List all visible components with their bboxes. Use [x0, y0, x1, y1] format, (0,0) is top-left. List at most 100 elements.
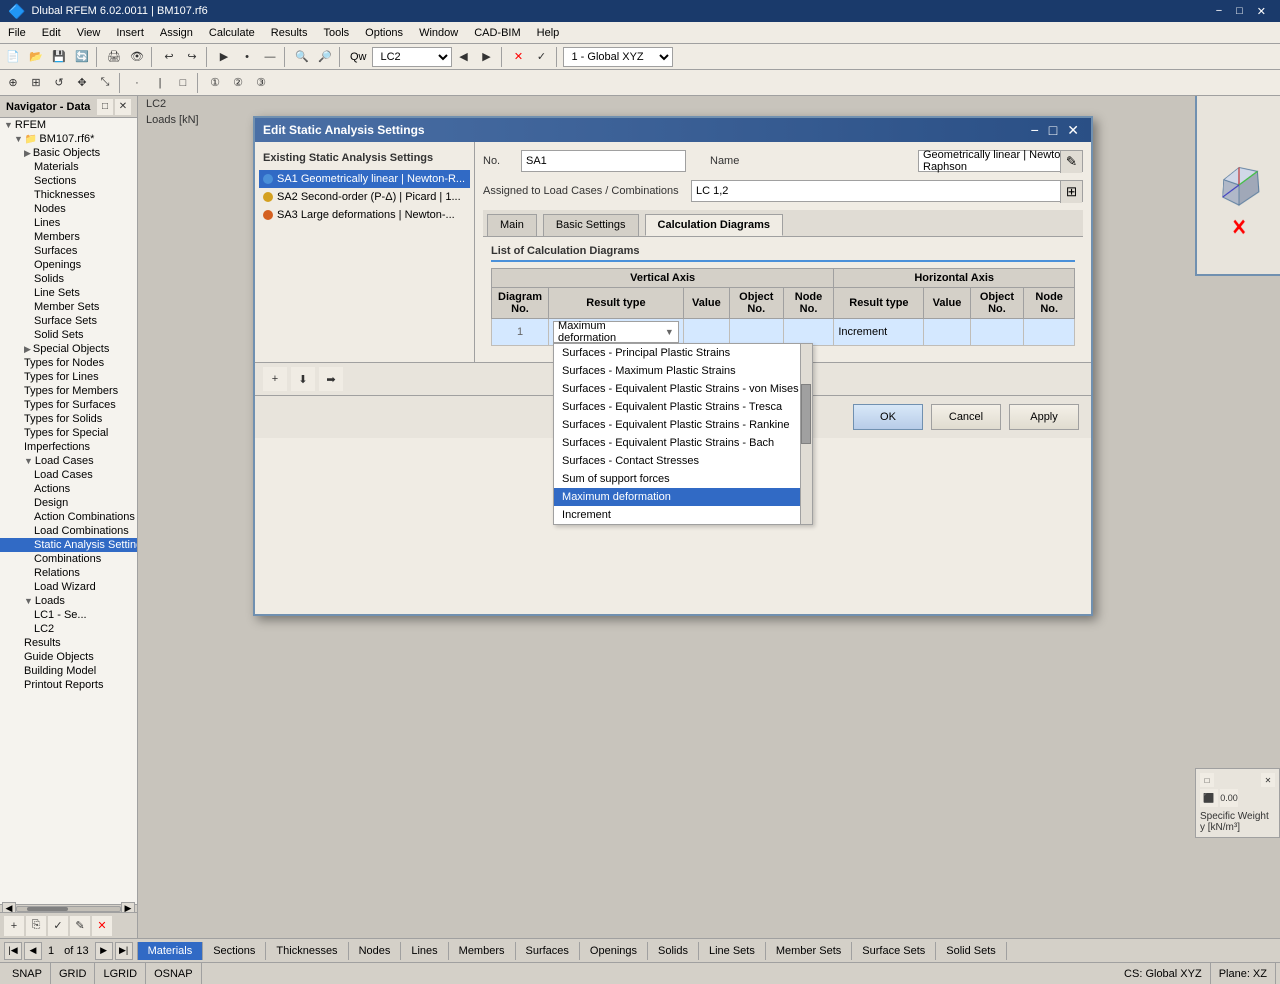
rp-btn2[interactable]: 0.00	[1220, 789, 1238, 807]
tb-zoom-in[interactable]: 🔍	[291, 46, 313, 68]
assigned-field[interactable]: LC 1,2 ⊞	[691, 180, 1083, 202]
nav-combinations[interactable]: Combinations	[0, 552, 137, 566]
nav-types-nodes[interactable]: Types for Nodes	[0, 356, 137, 370]
nav-load-combinations[interactable]: Load Combinations	[0, 524, 137, 538]
nav-scrollbar-track[interactable]	[16, 906, 121, 912]
nav-lc2[interactable]: LC2	[0, 622, 137, 636]
nav-surfaces[interactable]: Surfaces	[0, 244, 137, 258]
dropdown-item-3[interactable]: Surfaces - Equivalent Plastic Strains - …	[554, 398, 812, 416]
nav-load-cases[interactable]: Load Cases	[0, 468, 137, 482]
nav-close-btn[interactable]: ✕	[115, 99, 131, 115]
nav-copy-btn[interactable]: ⎘	[26, 916, 46, 936]
tb-save[interactable]: 💾	[48, 46, 70, 68]
cell-h-result[interactable]: Increment	[834, 319, 924, 346]
analysis-item-sa1[interactable]: SA1 Geometrically linear | Newton-R...	[259, 170, 470, 188]
tab-main[interactable]: Main	[487, 214, 537, 236]
menu-cadbim[interactable]: CAD-BIM	[466, 22, 528, 44]
name-edit-btn[interactable]: ✎	[1060, 151, 1082, 173]
tb-run[interactable]: ✕	[508, 46, 530, 68]
tab-surfacesets[interactable]: Surface Sets	[852, 942, 936, 960]
tb-print[interactable]: 🖨	[103, 46, 125, 68]
table-row[interactable]: 1 Maximum deformation ▼	[492, 319, 1075, 346]
dialog-nav-add[interactable]: +	[263, 367, 287, 391]
tb2-move[interactable]: ✥	[71, 72, 93, 94]
page-first[interactable]: |◀	[4, 942, 22, 960]
tb-select[interactable]: ▶	[213, 46, 235, 68]
tb-redo[interactable]: ↪	[181, 46, 203, 68]
nav-results[interactable]: Results	[0, 636, 137, 650]
nav-action-combinations[interactable]: Action Combinations	[0, 510, 137, 524]
dropdown-item-1[interactable]: Surfaces - Maximum Plastic Strains	[554, 362, 812, 380]
menu-assign[interactable]: Assign	[152, 22, 201, 44]
restore-btn[interactable]: □	[1230, 0, 1249, 22]
dropdown-item-0[interactable]: Surfaces - Principal Plastic Strains	[554, 344, 812, 362]
apply-button[interactable]: Apply	[1009, 404, 1079, 430]
tb2-rect[interactable]: □	[172, 72, 194, 94]
nav-types-lines[interactable]: Types for Lines	[0, 370, 137, 384]
dropdown-item-2[interactable]: Surfaces - Equivalent Plastic Strains - …	[554, 380, 812, 398]
cell-v-result[interactable]: Maximum deformation ▼ Surfaces - Princip…	[549, 319, 684, 346]
dialog-minimize-btn[interactable]: −	[1027, 122, 1043, 139]
tb2-1[interactable]: ①	[204, 72, 226, 94]
nav-scrollbar-thumb[interactable]	[27, 907, 68, 911]
menu-window[interactable]: Window	[411, 22, 466, 44]
close-btn[interactable]: ✕	[1251, 0, 1272, 22]
tb-next-lc[interactable]: ▶	[476, 46, 498, 68]
status-snap[interactable]: SNAP	[4, 963, 51, 984]
nav-restore-btn[interactable]: □	[97, 99, 113, 115]
nav-imperfections[interactable]: Imperfections	[0, 440, 137, 454]
menu-calculate[interactable]: Calculate	[201, 22, 263, 44]
page-next[interactable]: ▶	[95, 942, 113, 960]
tab-members[interactable]: Members	[449, 942, 516, 960]
nav-static-analysis[interactable]: Static Analysis Settings	[0, 538, 137, 552]
nav-thicknesses[interactable]: Thicknesses	[0, 188, 137, 202]
nav-basic-objects[interactable]: ▶ Basic Objects	[0, 146, 137, 160]
status-osnap[interactable]: OSNAP	[146, 963, 202, 984]
tb-preview[interactable]: 👁	[126, 46, 148, 68]
nav-building-model[interactable]: Building Model	[0, 664, 137, 678]
nav-design[interactable]: Design	[0, 496, 137, 510]
tab-surfaces[interactable]: Surfaces	[516, 942, 580, 960]
dropdown-scrollbar-thumb[interactable]	[801, 384, 811, 444]
assigned-edit-btn[interactable]: ⊞	[1060, 181, 1082, 203]
tb-prev-lc[interactable]: ◀	[453, 46, 475, 68]
tb-open[interactable]: 📂	[25, 46, 47, 68]
analysis-item-sa2[interactable]: SA2 Second-order (P-Δ) | Picard | 1...	[259, 188, 470, 206]
right-panel-restore[interactable]: □	[1200, 773, 1214, 787]
cell-h-value[interactable]	[924, 319, 970, 346]
tb2-3[interactable]: ③	[250, 72, 272, 94]
menu-options[interactable]: Options	[357, 22, 411, 44]
status-grid[interactable]: GRID	[51, 963, 96, 984]
analysis-item-sa3[interactable]: SA3 Large deformations | Newton-...	[259, 206, 470, 224]
tab-calculation-diagrams[interactable]: Calculation Diagrams	[645, 214, 783, 236]
menu-results[interactable]: Results	[263, 22, 316, 44]
nav-guide-objects[interactable]: Guide Objects	[0, 650, 137, 664]
page-prev[interactable]: ◀	[24, 942, 42, 960]
dropdown-item-6[interactable]: Surfaces - Contact Stresses	[554, 452, 812, 470]
dialog-nav-import[interactable]: ⬇	[291, 367, 315, 391]
nav-special[interactable]: ▶ Special Objects	[0, 342, 137, 356]
cell-v-node[interactable]	[783, 319, 834, 346]
nav-solids[interactable]: Solids	[0, 272, 137, 286]
tb2-line2[interactable]: |	[149, 72, 171, 94]
dropdown-list[interactable]: Surfaces - Principal Plastic Strains Sur…	[553, 343, 813, 525]
cell-h-node[interactable]	[1024, 319, 1075, 346]
tab-sections[interactable]: Sections	[203, 942, 266, 960]
nav-members[interactable]: Members	[0, 230, 137, 244]
tab-thicknesses[interactable]: Thicknesses	[266, 942, 348, 960]
tab-lines[interactable]: Lines	[401, 942, 448, 960]
tb2-2[interactable]: ②	[227, 72, 249, 94]
ok-button[interactable]: OK	[853, 404, 923, 430]
name-field[interactable]: Geometrically linear | Newton-Raphson ✎	[918, 150, 1083, 172]
menu-edit[interactable]: Edit	[34, 22, 69, 44]
tab-membersets[interactable]: Member Sets	[766, 942, 852, 960]
nav-check-btn[interactable]: ✓	[48, 916, 68, 936]
menu-file[interactable]: File	[0, 22, 34, 44]
nav-scrollbar[interactable]: ◀ ▶	[0, 904, 137, 912]
tb-new[interactable]: 📄	[2, 46, 24, 68]
menu-insert[interactable]: Insert	[108, 22, 152, 44]
rp-btn1[interactable]: ⬛	[1200, 789, 1218, 807]
lc-combo[interactable]: LC2	[372, 47, 452, 67]
nav-membersets[interactable]: Member Sets	[0, 300, 137, 314]
status-lgrid[interactable]: LGRID	[95, 963, 146, 984]
